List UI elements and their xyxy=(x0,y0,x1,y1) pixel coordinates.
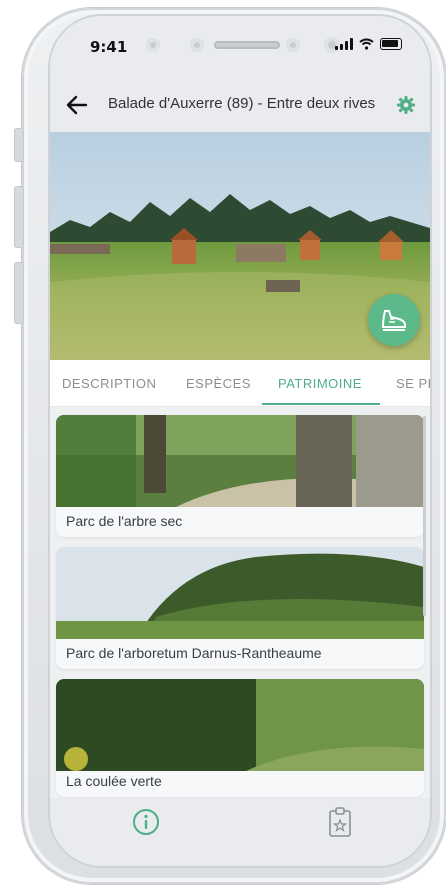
list-item[interactable]: La coulée verte xyxy=(56,679,424,797)
active-tab-indicator xyxy=(262,403,380,405)
card-image xyxy=(56,547,424,639)
scrollbar[interactable] xyxy=(423,416,426,616)
page-title: Balade d'Auxerre (89) - Entre deux rives xyxy=(108,95,376,112)
status-time: 9:41 xyxy=(90,38,128,56)
tab-bar: DESCRIPTION ESPÈCES PATRIMOINE SE PR xyxy=(50,360,430,407)
speaker-grille xyxy=(214,41,280,49)
sensor-icon xyxy=(286,38,300,52)
mute-button xyxy=(14,128,24,162)
app-header: Balade d'Auxerre (89) - Entre deux rives xyxy=(50,78,430,132)
status-bar: 9:41 xyxy=(50,16,430,78)
battery-icon xyxy=(380,38,402,50)
list-item[interactable]: Parc de l'arboretum Darnus-Rantheaume xyxy=(56,547,424,669)
sensor-icon xyxy=(190,38,204,52)
volume-down-button xyxy=(14,262,24,324)
card-image xyxy=(56,679,424,771)
bottom-navigation xyxy=(50,798,430,866)
phone-screen: 9:41 Balade d'Auxerre (89) - Entre deux … xyxy=(50,16,430,866)
info-icon[interactable] xyxy=(132,808,160,836)
tab-patrimoine[interactable]: PATRIMOINE xyxy=(278,376,362,391)
tab-especes[interactable]: ESPÈCES xyxy=(186,376,251,391)
card-title: Parc de l'arboretum Darnus-Rantheaume xyxy=(66,645,322,661)
gear-icon[interactable] xyxy=(396,95,416,115)
wifi-icon xyxy=(359,38,374,50)
card-title: La coulée verte xyxy=(66,773,162,789)
signal-icon xyxy=(335,38,353,50)
card-title: Parc de l'arbre sec xyxy=(66,513,183,529)
tab-description[interactable]: DESCRIPTION xyxy=(62,376,156,391)
system-icons xyxy=(335,38,402,50)
card-image xyxy=(56,415,424,507)
clipboard-icon[interactable] xyxy=(328,806,352,838)
back-arrow-icon[interactable] xyxy=(64,92,90,118)
patrimoine-list: Parc de l'arbre sec Parc de l'arboretum … xyxy=(50,407,430,807)
volume-up-button xyxy=(14,186,24,248)
tab-se-promener[interactable]: SE PR xyxy=(396,376,430,391)
sensor-icon xyxy=(146,38,160,52)
list-item[interactable]: Parc de l'arbre sec xyxy=(56,415,424,537)
walk-route-button[interactable] xyxy=(368,294,420,346)
walking-shoe-icon xyxy=(381,310,406,331)
